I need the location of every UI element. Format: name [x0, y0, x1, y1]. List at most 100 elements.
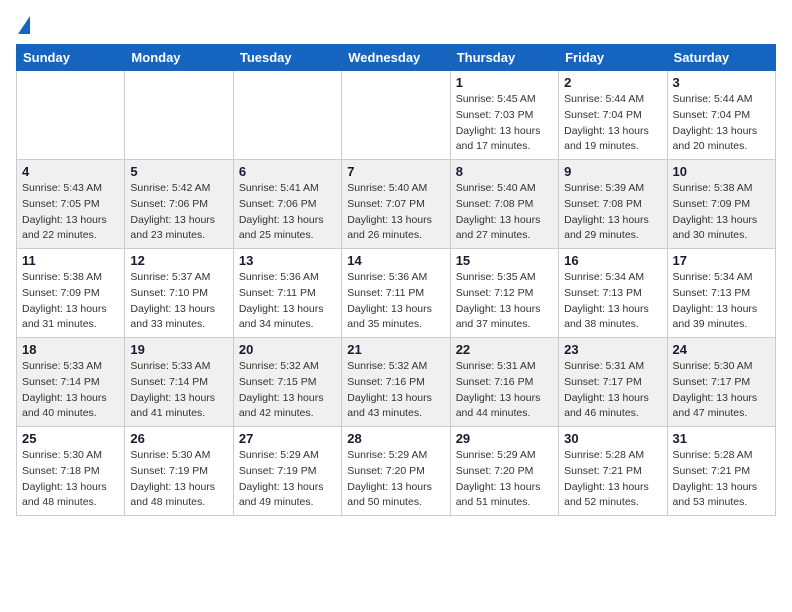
day-number: 31 — [673, 431, 770, 446]
weekday-header-saturday: Saturday — [667, 45, 775, 71]
day-number: 24 — [673, 342, 770, 357]
calendar-cell: 6Sunrise: 5:41 AMSunset: 7:06 PMDaylight… — [233, 160, 341, 249]
day-number: 19 — [130, 342, 227, 357]
day-info: Sunrise: 5:30 AMSunset: 7:17 PMDaylight:… — [673, 359, 770, 422]
weekday-header-tuesday: Tuesday — [233, 45, 341, 71]
day-number: 10 — [673, 164, 770, 179]
day-number: 2 — [564, 75, 661, 90]
day-info: Sunrise: 5:39 AMSunset: 7:08 PMDaylight:… — [564, 181, 661, 244]
calendar-cell: 12 Sunrise: 5:37 AMSunset: 7:10 PMDayligh… — [125, 249, 233, 338]
day-number: 26 — [130, 431, 227, 446]
day-info: Sunrise: 5:29 AMSunset: 7:20 PMDaylight:… — [347, 448, 444, 511]
day-number: 21 — [347, 342, 444, 357]
day-info: Sunrise: 5:31 AMSunset: 7:16 PMDaylight:… — [456, 359, 553, 422]
day-info: Sunrise: 5:35 AMSunset: 7:12 PMDaylight:… — [456, 270, 553, 333]
calendar-cell: 31 Sunrise: 5:28 AMSunset: 7:21 PMDayligh… — [667, 427, 775, 516]
day-info: Sunrise: 5:29 AMSunset: 7:20 PMDaylight:… — [456, 448, 553, 511]
day-info: Sunrise: 5:33 AMSunset: 7:14 PMDaylight:… — [130, 359, 227, 422]
calendar-cell — [125, 71, 233, 160]
day-info: Sunrise: 5:44 AMSunset: 7:04 PMDaylight:… — [564, 92, 661, 155]
calendar-cell: 9 Sunrise: 5:39 AMSunset: 7:08 PMDaylight… — [559, 160, 667, 249]
day-info: Sunrise: 5:38 AMSunset: 7:09 PMDaylight:… — [22, 270, 119, 333]
calendar-cell: 28 Sunrise: 5:29 AMSunset: 7:20 PMDayligh… — [342, 427, 450, 516]
day-number: 30 — [564, 431, 661, 446]
day-number: 3 — [673, 75, 770, 90]
day-info: Sunrise: 5:38 AMSunset: 7:09 PMDaylight:… — [673, 181, 770, 244]
calendar-table: SundayMondayTuesdayWednesdayThursdayFrid… — [16, 44, 776, 516]
day-info: Sunrise: 5:45 AMSunset: 7:03 PMDaylight:… — [456, 92, 553, 155]
day-number: 15 — [456, 253, 553, 268]
weekday-header-wednesday: Wednesday — [342, 45, 450, 71]
calendar-cell: 19 Sunrise: 5:33 AMSunset: 7:14 PMDayligh… — [125, 338, 233, 427]
calendar-cell: 25Sunrise: 5:30 AMSunset: 7:18 PMDayligh… — [17, 427, 125, 516]
day-info: Sunrise: 5:29 AMSunset: 7:19 PMDaylight:… — [239, 448, 336, 511]
day-info: Sunrise: 5:32 AMSunset: 7:16 PMDaylight:… — [347, 359, 444, 422]
day-info: Sunrise: 5:44 AMSunset: 7:04 PMDaylight:… — [673, 92, 770, 155]
day-number: 27 — [239, 431, 336, 446]
weekday-header-friday: Friday — [559, 45, 667, 71]
day-number: 8 — [456, 164, 553, 179]
page-header — [16, 16, 776, 36]
day-info: Sunrise: 5:36 AMSunset: 7:11 PMDaylight:… — [347, 270, 444, 333]
day-number: 23 — [564, 342, 661, 357]
calendar-cell: 27 Sunrise: 5:29 AMSunset: 7:19 PMDayligh… — [233, 427, 341, 516]
calendar-cell: 18 Sunrise: 5:33 AMSunset: 7:14 PMDayligh… — [17, 338, 125, 427]
day-number: 5 — [130, 164, 227, 179]
day-number: 9 — [564, 164, 661, 179]
calendar-cell — [17, 71, 125, 160]
logo — [16, 16, 30, 36]
day-info: Sunrise: 5:33 AMSunset: 7:14 PMDaylight:… — [22, 359, 119, 422]
calendar-cell: 20Sunrise: 5:32 AMSunset: 7:15 PMDayligh… — [233, 338, 341, 427]
calendar-cell: 11Sunrise: 5:38 AMSunset: 7:09 PMDayligh… — [17, 249, 125, 338]
calendar-cell: 1 Sunrise: 5:45 AMSunset: 7:03 PMDaylight… — [450, 71, 558, 160]
day-info: Sunrise: 5:30 AMSunset: 7:18 PMDaylight:… — [22, 448, 119, 511]
calendar-cell: 10 Sunrise: 5:38 AMSunset: 7:09 PMDayligh… — [667, 160, 775, 249]
day-number: 6 — [239, 164, 336, 179]
calendar-cell: 4Sunrise: 5:43 AMSunset: 7:05 PMDaylight… — [17, 160, 125, 249]
day-info: Sunrise: 5:31 AMSunset: 7:17 PMDaylight:… — [564, 359, 661, 422]
calendar-cell: 3 Sunrise: 5:44 AMSunset: 7:04 PMDaylight… — [667, 71, 775, 160]
day-info: Sunrise: 5:28 AMSunset: 7:21 PMDaylight:… — [564, 448, 661, 511]
calendar-cell: 2 Sunrise: 5:44 AMSunset: 7:04 PMDaylight… — [559, 71, 667, 160]
calendar-week-row: 11Sunrise: 5:38 AMSunset: 7:09 PMDayligh… — [17, 249, 776, 338]
calendar-cell: 23 Sunrise: 5:31 AMSunset: 7:17 PMDayligh… — [559, 338, 667, 427]
day-number: 28 — [347, 431, 444, 446]
day-number: 18 — [22, 342, 119, 357]
day-number: 1 — [456, 75, 553, 90]
day-number: 16 — [564, 253, 661, 268]
day-info: Sunrise: 5:42 AMSunset: 7:06 PMDaylight:… — [130, 181, 227, 244]
calendar-cell: 13 Sunrise: 5:36 AMSunset: 7:11 PMDayligh… — [233, 249, 341, 338]
day-info: Sunrise: 5:40 AMSunset: 7:07 PMDaylight:… — [347, 181, 444, 244]
day-info: Sunrise: 5:40 AMSunset: 7:08 PMDaylight:… — [456, 181, 553, 244]
calendar-cell: 24 Sunrise: 5:30 AMSunset: 7:17 PMDayligh… — [667, 338, 775, 427]
calendar-cell: 15 Sunrise: 5:35 AMSunset: 7:12 PMDayligh… — [450, 249, 558, 338]
calendar-cell: 21 Sunrise: 5:32 AMSunset: 7:16 PMDayligh… — [342, 338, 450, 427]
calendar-cell: 8 Sunrise: 5:40 AMSunset: 7:08 PMDaylight… — [450, 160, 558, 249]
calendar-week-row: 4Sunrise: 5:43 AMSunset: 7:05 PMDaylight… — [17, 160, 776, 249]
weekday-header-sunday: Sunday — [17, 45, 125, 71]
weekday-header-monday: Monday — [125, 45, 233, 71]
day-number: 22 — [456, 342, 553, 357]
day-number: 14 — [347, 253, 444, 268]
day-info: Sunrise: 5:30 AMSunset: 7:19 PMDaylight:… — [130, 448, 227, 511]
calendar-cell: 17Sunrise: 5:34 AMSunset: 7:13 PMDayligh… — [667, 249, 775, 338]
calendar-cell: 5 Sunrise: 5:42 AMSunset: 7:06 PMDaylight… — [125, 160, 233, 249]
day-number: 13 — [239, 253, 336, 268]
calendar-cell — [342, 71, 450, 160]
calendar-week-row: 1 Sunrise: 5:45 AMSunset: 7:03 PMDaylight… — [17, 71, 776, 160]
calendar-cell: 14 Sunrise: 5:36 AMSunset: 7:11 PMDayligh… — [342, 249, 450, 338]
day-info: Sunrise: 5:28 AMSunset: 7:21 PMDaylight:… — [673, 448, 770, 511]
day-info: Sunrise: 5:36 AMSunset: 7:11 PMDaylight:… — [239, 270, 336, 333]
day-number: 29 — [456, 431, 553, 446]
day-number: 7 — [347, 164, 444, 179]
day-number: 12 — [130, 253, 227, 268]
calendar-header-row: SundayMondayTuesdayWednesdayThursdayFrid… — [17, 45, 776, 71]
day-info: Sunrise: 5:37 AMSunset: 7:10 PMDaylight:… — [130, 270, 227, 333]
calendar-cell: 26 Sunrise: 5:30 AMSunset: 7:19 PMDayligh… — [125, 427, 233, 516]
day-number: 17 — [673, 253, 770, 268]
calendar-cell: 22 Sunrise: 5:31 AMSunset: 7:16 PMDayligh… — [450, 338, 558, 427]
logo-triangle-icon — [18, 16, 30, 34]
weekday-header-thursday: Thursday — [450, 45, 558, 71]
calendar-cell: 7 Sunrise: 5:40 AMSunset: 7:07 PMDaylight… — [342, 160, 450, 249]
calendar-week-row: 25Sunrise: 5:30 AMSunset: 7:18 PMDayligh… — [17, 427, 776, 516]
